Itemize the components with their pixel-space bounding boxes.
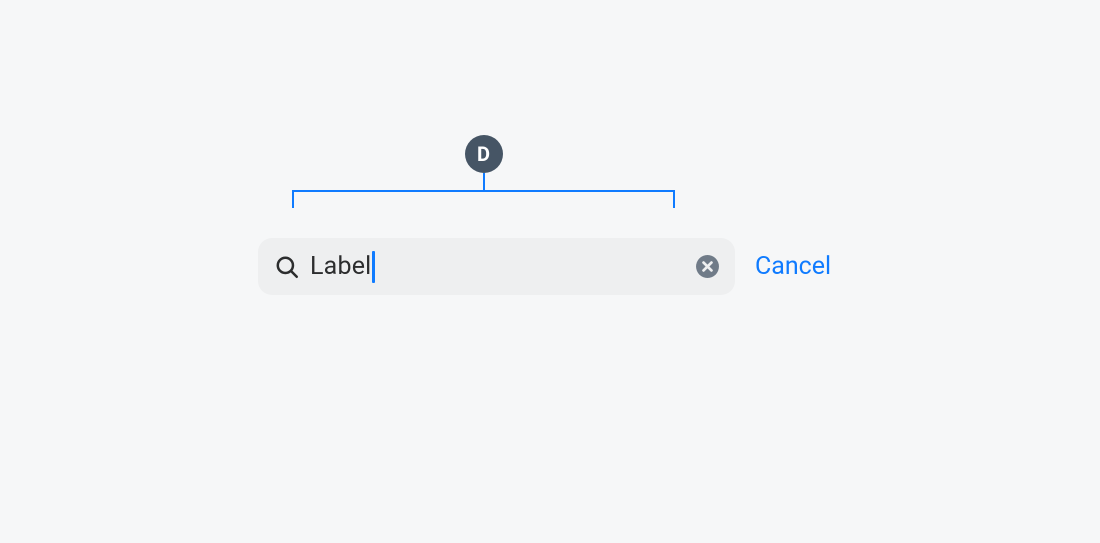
search-icon [274, 254, 300, 280]
annotation-badge-label: D [477, 142, 490, 166]
annotation-stem [483, 173, 485, 190]
search-row: Label Cancel [258, 238, 831, 295]
close-circle-icon [695, 254, 720, 279]
search-input-value: Label [310, 252, 371, 281]
annotation-bracket [292, 190, 675, 208]
text-cursor [372, 251, 375, 283]
clear-button[interactable] [693, 253, 721, 281]
annotation-badge: D [465, 135, 503, 173]
cancel-button[interactable]: Cancel [755, 252, 831, 281]
search-field[interactable]: Label [258, 238, 735, 295]
annotation-callout: D [292, 135, 675, 208]
search-input[interactable]: Label [310, 251, 693, 283]
